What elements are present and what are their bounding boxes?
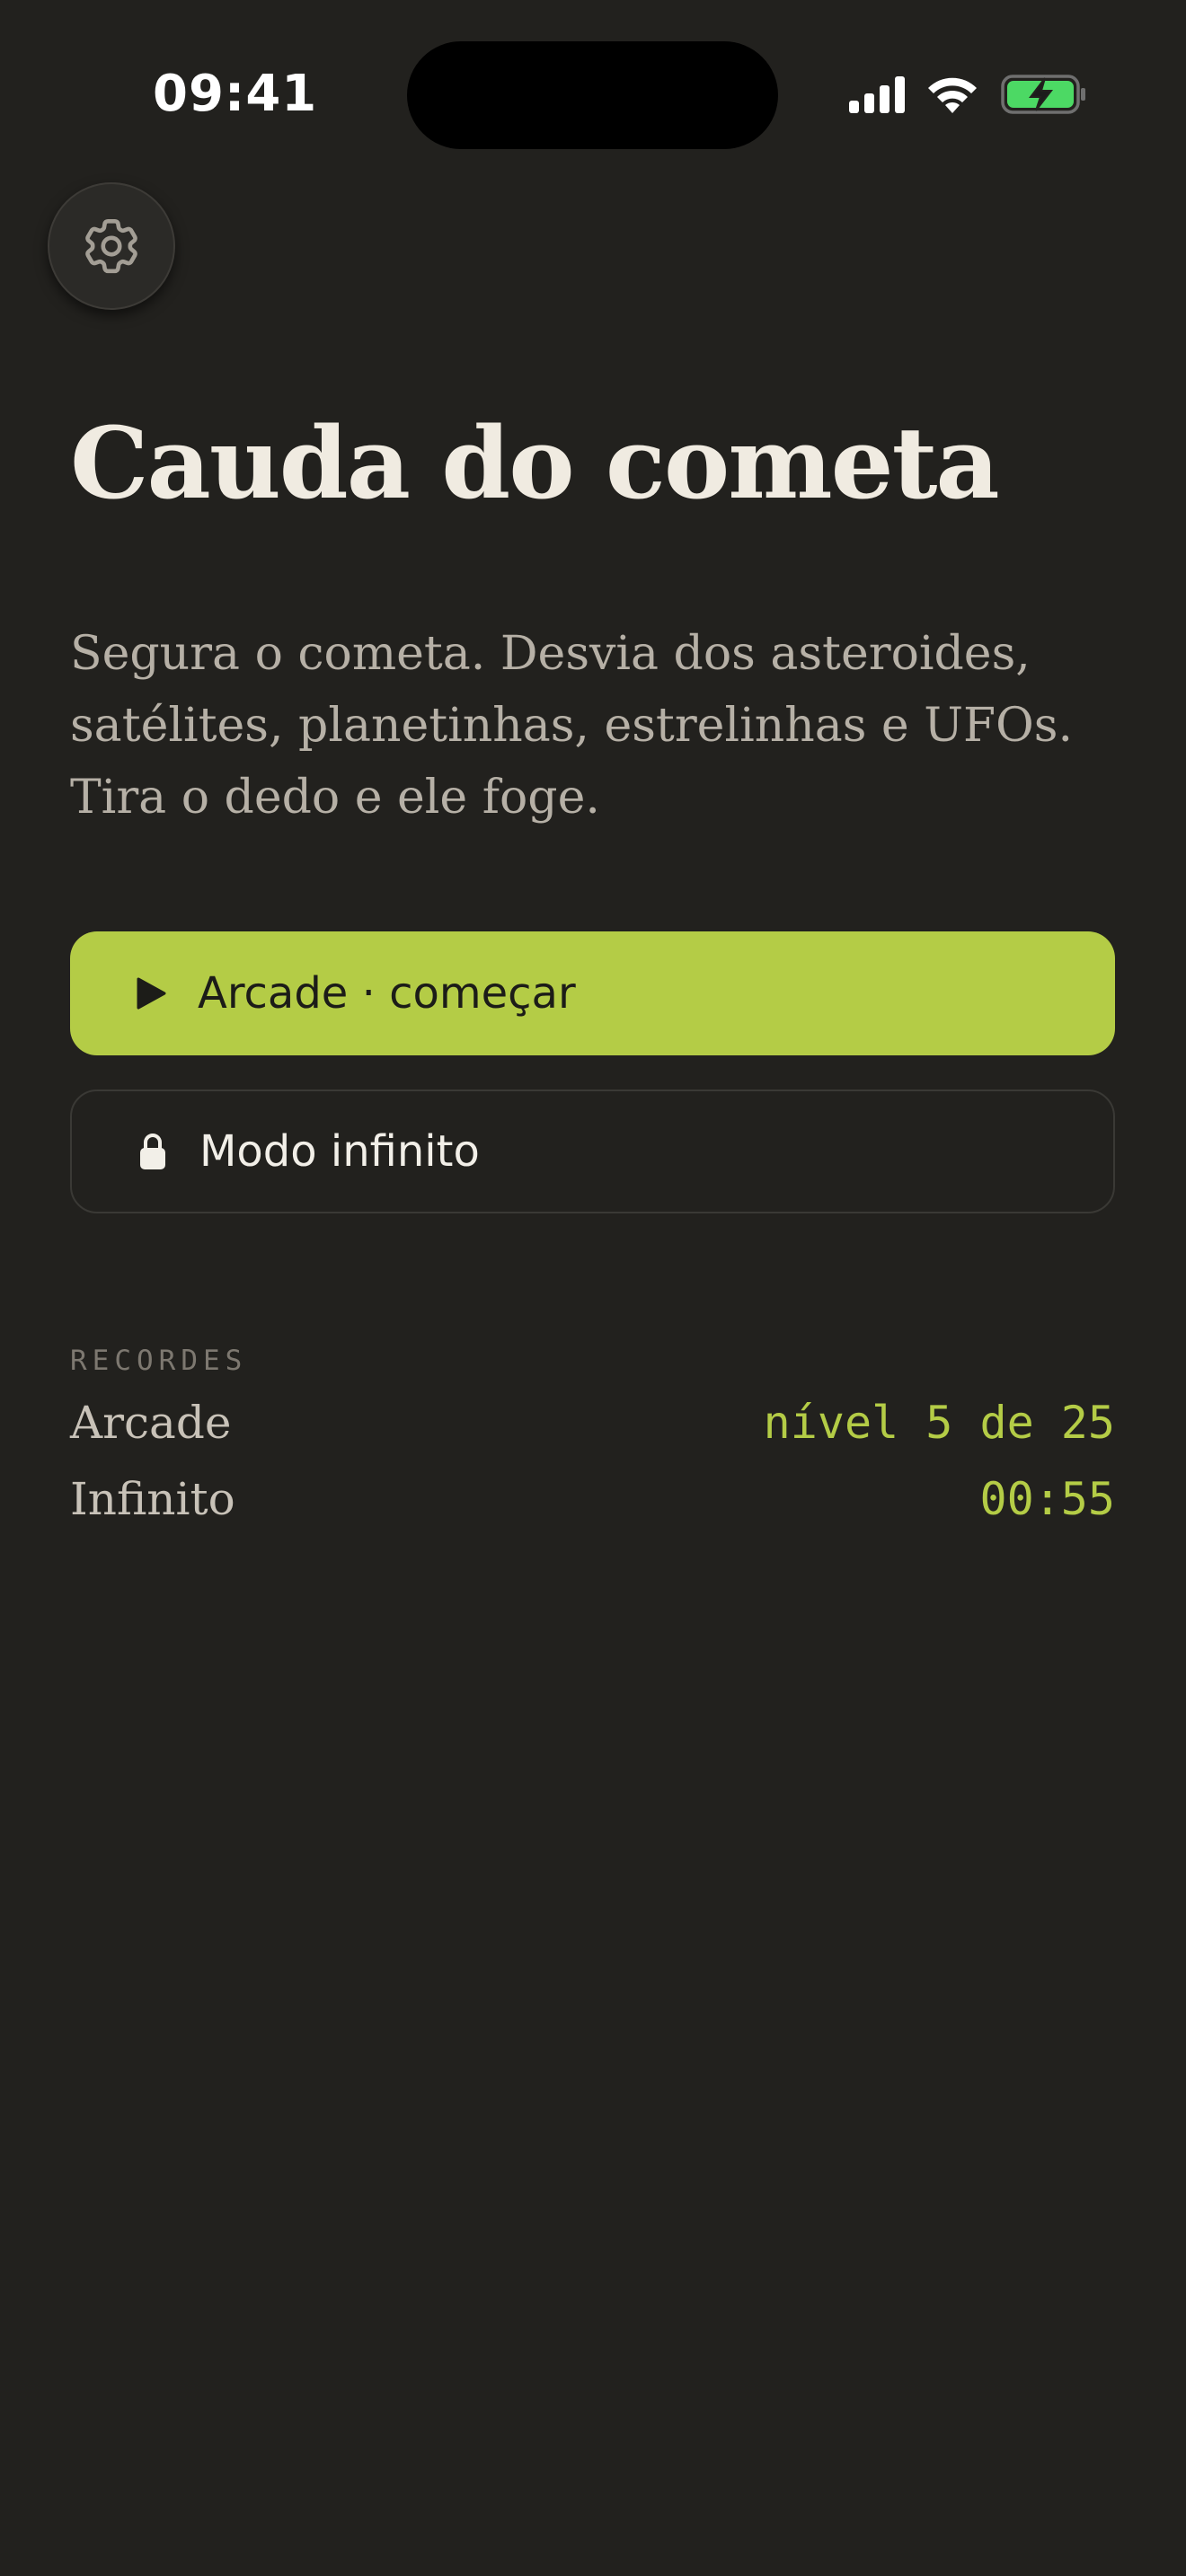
game-description: Segura o cometa. Desvia dos asteroides, …	[70, 627, 1073, 825]
records-heading: RECORDES	[70, 1345, 248, 1377]
infinite-mode-button[interactable]: Modo infinito	[70, 1090, 1115, 1213]
arcade-start-button[interactable]: Arcade · começar	[70, 931, 1115, 1055]
record-label: Arcade	[70, 1397, 232, 1449]
gear-icon	[85, 218, 137, 274]
lock-icon	[133, 1132, 173, 1171]
record-label: Infinito	[70, 1473, 235, 1525]
cellular-signal-icon	[849, 76, 905, 113]
status-bar: 09:41	[0, 0, 1186, 189]
wifi-icon	[928, 77, 977, 113]
page-title: Cauda do cometa	[70, 405, 1000, 521]
infinite-mode-label: Modo infinito	[199, 1126, 480, 1177]
play-icon	[131, 976, 171, 1010]
settings-button[interactable]	[48, 182, 175, 310]
record-value: 00:55	[979, 1473, 1115, 1525]
status-time: 09:41	[153, 65, 318, 123]
record-row-infinite: Infinito 00:55	[70, 1473, 1115, 1525]
record-value: nível 5 de 25	[763, 1397, 1115, 1449]
arcade-start-label: Arcade · começar	[198, 968, 576, 1019]
battery-charging-icon	[1001, 75, 1085, 114]
record-row-arcade: Arcade nível 5 de 25	[70, 1397, 1115, 1449]
dynamic-island	[407, 41, 778, 149]
